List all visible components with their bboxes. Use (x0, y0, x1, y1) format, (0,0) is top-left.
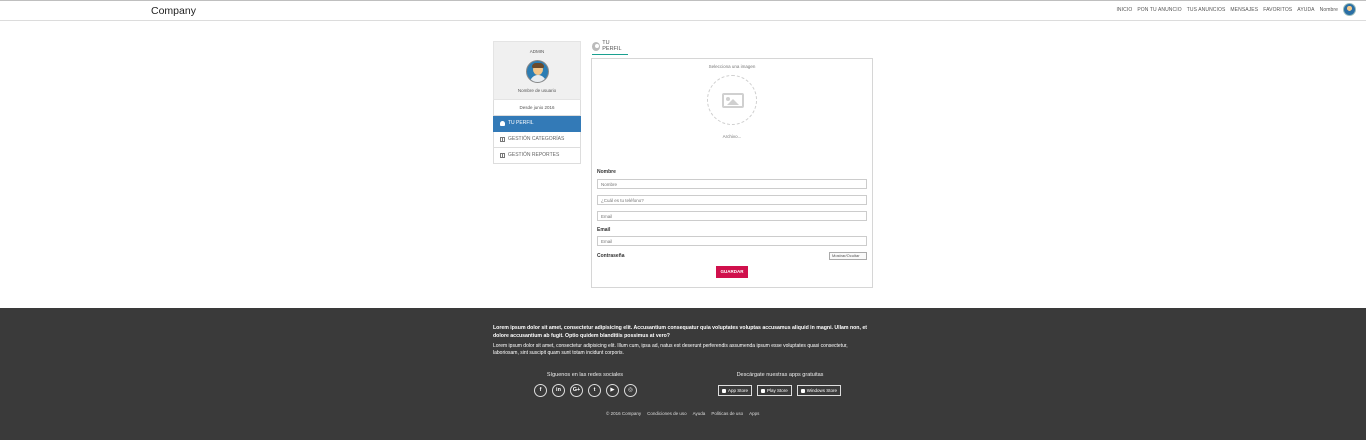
nav-ayuda[interactable]: AYUDA (1297, 7, 1314, 13)
windows-store-button[interactable]: Windows Store (796, 385, 842, 396)
windows-store-label: Windows Store (806, 388, 838, 393)
footer-bold-text: Lorem ipsum dolor sit amet, consectetur … (493, 325, 867, 339)
footer: Lorem ipsum dolor sit amet, consectetur … (0, 308, 1366, 440)
avatar-body (530, 75, 546, 82)
avatar-hair (532, 63, 544, 68)
grid-icon (500, 153, 505, 158)
top-header: Company INICIO PON TU ANUNCIO TUS ANUNCI… (0, 1, 1366, 21)
nav-inicio[interactable]: INICIO (1116, 7, 1132, 13)
twitter-icon[interactable]: t (588, 384, 601, 397)
grid-icon (500, 137, 505, 142)
top-nav: INICIO PON TU ANUNCIO TUS ANUNCIOS MENSA… (1116, 3, 1356, 16)
avatar (526, 60, 549, 83)
nav-tus-anuncios[interactable]: TUS ANUNCIOS (1187, 7, 1226, 13)
profile-tabs: TU PERFIL (592, 40, 628, 55)
windows-icon (800, 388, 805, 393)
apple-icon (722, 388, 726, 393)
link-politicas[interactable]: Políticas de uso (711, 411, 743, 416)
password-toggle-button[interactable]: Mostrar/Ocultar (829, 252, 867, 260)
google-plus-icon[interactable]: G+ (570, 384, 583, 397)
sidebar-item-gestion-reportes[interactable]: GESTIÓN REPORTES (493, 148, 581, 164)
member-since: Desde junio 2016 (493, 100, 581, 116)
tab-tu-perfil[interactable]: TU PERFIL (592, 40, 628, 55)
sidebar-item-tu-perfil[interactable]: TU PERFIL (493, 116, 581, 132)
nav-favoritos[interactable]: FAVORITOS (1263, 7, 1292, 13)
app-store-label: App Store (728, 388, 749, 393)
sidebar-item-label: GESTIÓN REPORTES (508, 152, 560, 158)
sidebar-item-label: TU PERFIL (508, 120, 534, 126)
facebook-icon[interactable]: f (534, 384, 547, 397)
profile-form-panel: Selecciona una imagen Archivo... Nombre … (591, 58, 873, 288)
select-image-label: Selecciona una imagen (708, 64, 756, 69)
role-label: ADMIN (529, 49, 545, 54)
user-circle-icon (592, 41, 601, 51)
phone-input[interactable] (597, 195, 867, 205)
image-upload-button[interactable] (707, 75, 757, 125)
social-title: Síguenos en las redes sociales (546, 372, 624, 378)
sidebar-item-gestion-categorias[interactable]: GESTIÓN CATEGORÍAS (493, 132, 581, 148)
play-store-button[interactable]: Play Store (757, 385, 792, 396)
save-button[interactable]: GUARDAR (716, 266, 748, 278)
password-label: Contraseña (597, 253, 625, 259)
nav-mensajes[interactable]: MENSAJES (1230, 7, 1258, 13)
app-store-links: App Store Play Store Windows Store (718, 385, 842, 396)
link-apps[interactable]: Apps (749, 411, 759, 416)
user-icon (500, 121, 505, 126)
username-label: Nombre de usuario (517, 88, 557, 93)
brand-logo[interactable]: Company (151, 5, 196, 17)
email-input-1[interactable] (597, 211, 867, 221)
social-links: f in G+ t ▶ ◎ (534, 384, 637, 397)
play-icon (761, 388, 766, 393)
linkedin-icon[interactable]: in (552, 384, 565, 397)
profile-sidebar: ADMIN Nombre de usuario Desde junio 2016… (493, 41, 581, 164)
footer-links: © 2016 Company Condiciones de uso Ayuda … (606, 411, 759, 416)
nav-pon-tu-anuncio[interactable]: PON TU ANUNCIO (1137, 7, 1181, 13)
link-condiciones[interactable]: Condiciones de uso (647, 411, 687, 416)
email-label: Email (597, 227, 611, 233)
nav-user-name[interactable]: Nombre (1320, 7, 1338, 13)
image-placeholder-icon (722, 93, 744, 108)
play-store-label: Play Store (767, 388, 788, 393)
youtube-icon[interactable]: ▶ (606, 384, 619, 397)
tab-label: TU PERFIL (602, 40, 622, 52)
name-input[interactable] (597, 179, 867, 189)
app-store-button[interactable]: App Store (718, 385, 753, 396)
copyright: © 2016 Company (606, 411, 642, 416)
link-ayuda[interactable]: Ayuda (693, 411, 706, 416)
email-input-2[interactable] (597, 236, 867, 246)
name-label: Nombre (597, 169, 616, 175)
instagram-icon[interactable]: ◎ (624, 384, 637, 397)
profile-card: ADMIN Nombre de usuario (493, 41, 581, 100)
footer-text: Lorem ipsum dolor sit amet, consectetur … (493, 343, 848, 356)
user-avatar-icon[interactable] (1343, 3, 1356, 16)
sidebar-item-label: GESTIÓN CATEGORÍAS (508, 136, 565, 142)
apps-title: Descárgate nuestras apps gratuitas (736, 372, 824, 378)
file-label[interactable]: Archivo... (592, 134, 872, 139)
